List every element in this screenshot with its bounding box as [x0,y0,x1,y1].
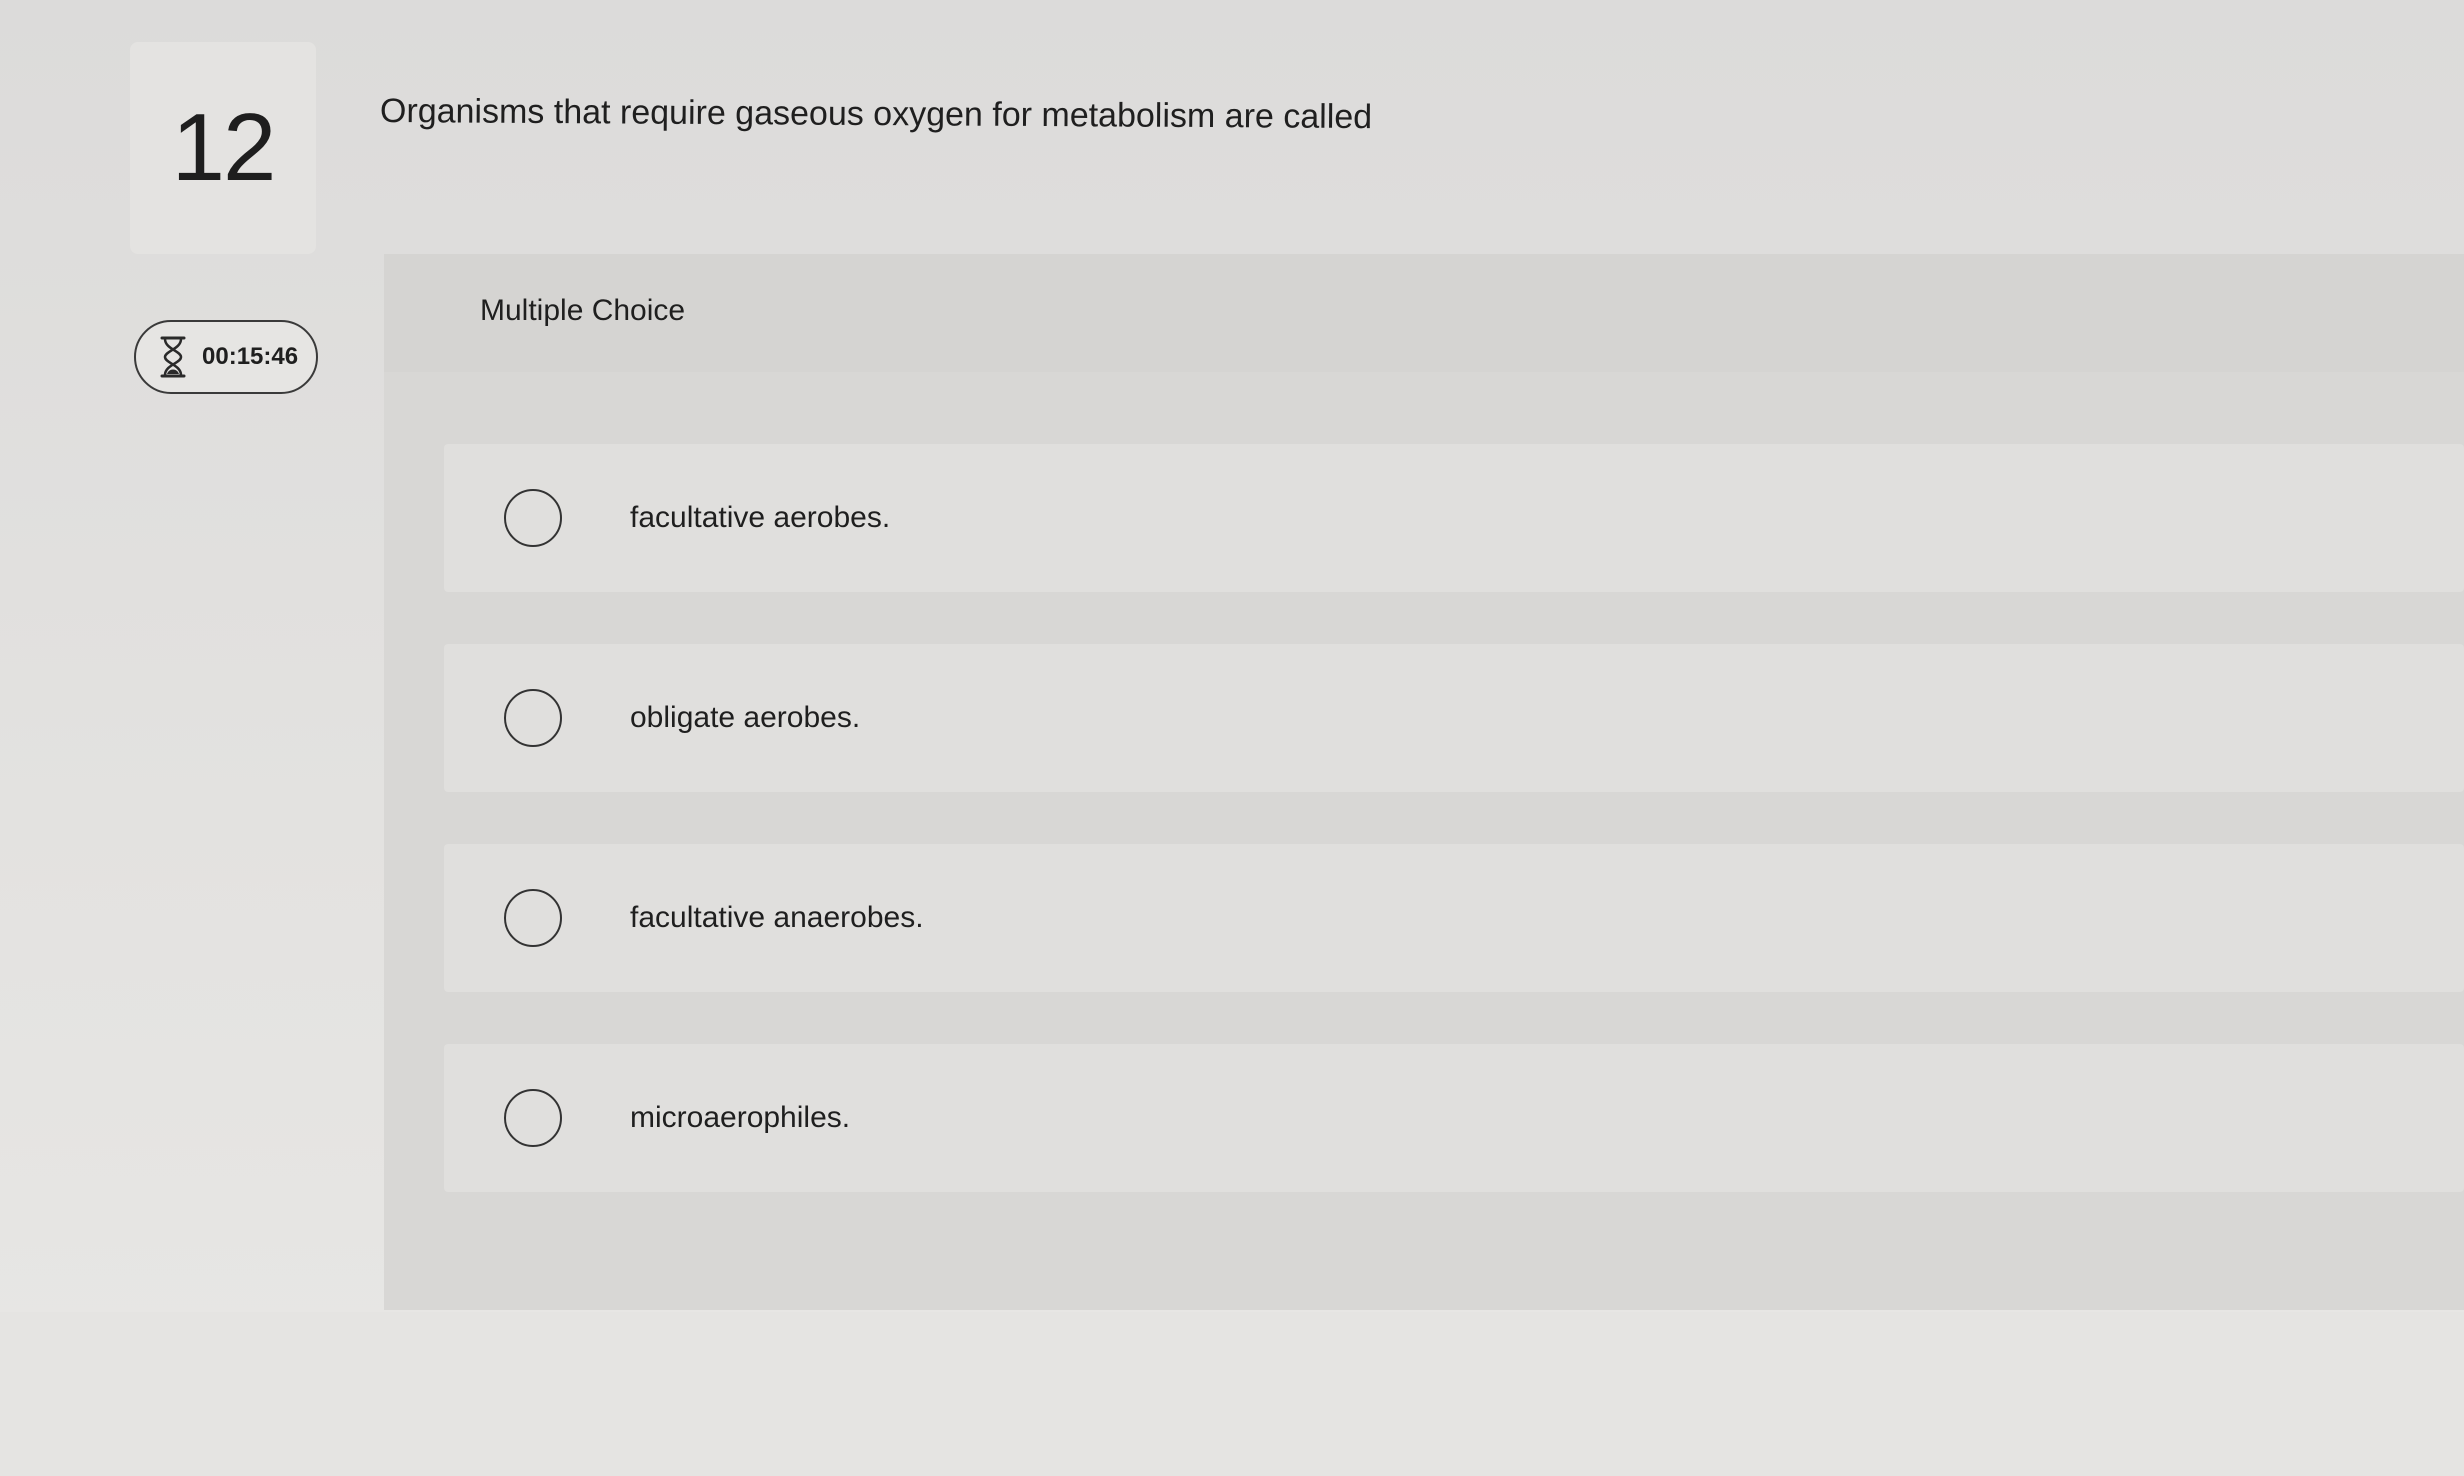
answer-option-label: facultative aerobes. [630,501,891,534]
answer-option[interactable]: facultative aerobes. [444,444,2464,592]
radio-button[interactable] [504,1089,562,1147]
question-number-box: 12 [130,42,316,254]
radio-button[interactable] [504,889,562,947]
radio-button[interactable] [504,689,562,747]
question-type-label: Multiple Choice [480,294,686,327]
answer-option[interactable]: facultative anaerobes. [444,844,2464,992]
panel-header: Multiple Choice [384,254,2464,372]
page-footer-area [0,1312,2464,1476]
answer-option-label: obligate aerobes. [630,701,861,734]
answer-option[interactable]: obligate aerobes. [444,644,2464,792]
answer-option-label: facultative anaerobes. [630,901,924,934]
radio-button[interactable] [504,489,562,547]
timer-badge[interactable]: 00:15:46 [134,320,318,394]
question-text: Organisms that require gaseous oxygen fo… [379,92,1373,137]
question-number: 12 [171,94,277,201]
answer-option-label: microaerophiles. [630,1101,851,1134]
answer-panel: Multiple Choice facultative aerobes. obl… [384,254,2464,1310]
hourglass-icon [158,335,188,379]
timer-value: 00:15:46 [202,343,299,370]
answer-option[interactable]: microaerophiles. [444,1044,2464,1192]
